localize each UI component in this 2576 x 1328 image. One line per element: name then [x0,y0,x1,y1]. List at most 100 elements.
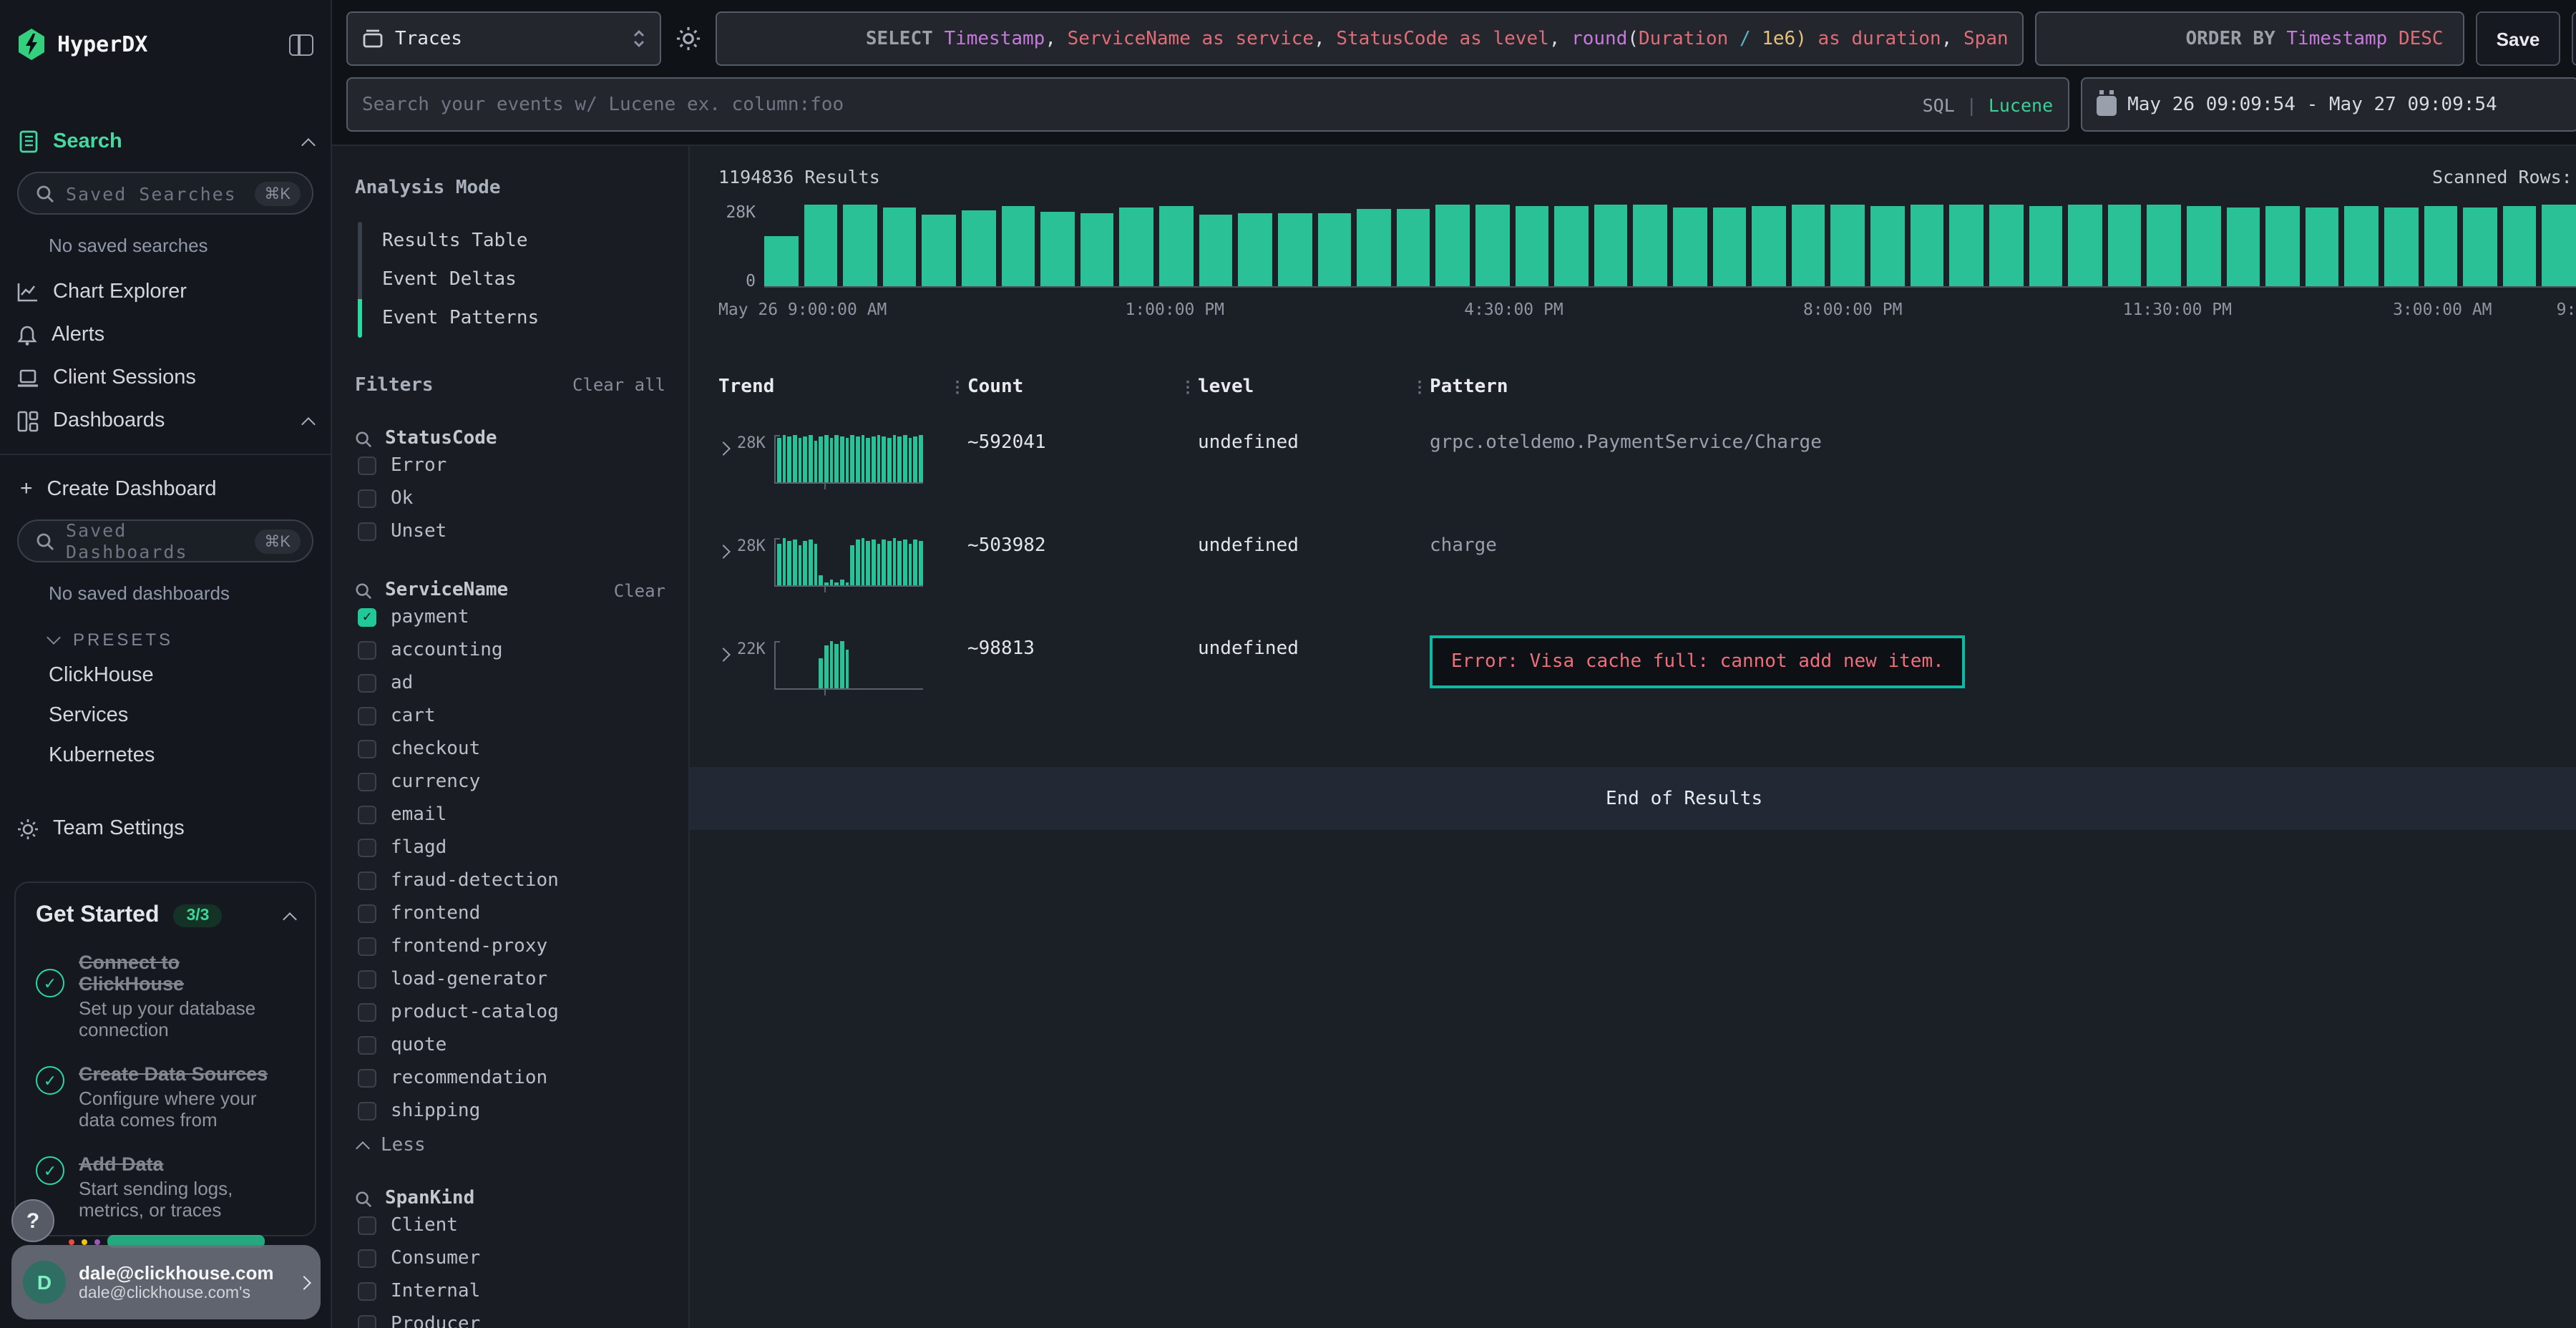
table-row[interactable]: 28K ~592041 undefined grpc.oteldemo.Paym… [718,421,2576,501]
column-resize-handle[interactable]: ⋮ [1178,376,1198,398]
sidebar-item-create-dashboard[interactable]: + Create Dashboard [0,467,331,511]
filter-option-payment[interactable]: payment [355,601,665,634]
filter-option-internal[interactable]: Internal [355,1275,665,1308]
expand-row-icon[interactable] [718,432,728,484]
filter-option-error[interactable]: Error [355,449,665,482]
checkbox-checked[interactable] [358,608,376,627]
filter-option-producer[interactable]: Producer [355,1308,665,1328]
search-input[interactable] [362,94,1911,115]
filter-option-frontend-proxy[interactable]: frontend-proxy [355,930,665,963]
expand-row-icon[interactable] [718,535,728,587]
saved-searches-input[interactable]: Saved Searches ⌘K [17,172,313,215]
filter-option-quote[interactable]: quote [355,1029,665,1062]
checkbox[interactable] [358,740,376,758]
filter-option-email[interactable]: email [355,799,665,831]
expand-row-icon[interactable] [718,638,728,690]
col-level[interactable]: level [1198,376,1410,398]
preset-clickhouse[interactable]: ClickHouse [0,655,331,695]
checkbox[interactable] [358,1003,376,1022]
checkbox[interactable] [358,806,376,824]
checkbox[interactable] [358,970,376,989]
date-range-picker[interactable]: May 26 09:09:54 - May 27 09:09:54 [2080,77,2576,132]
checkbox[interactable] [358,773,376,791]
filter-option-flagd[interactable]: flagd [355,831,665,864]
results-histogram[interactable]: 28K 0 May 26 9:00:00 AM 1:00:00 PM 4:30:… [718,202,2576,328]
lang-lucene[interactable]: Lucene [1989,94,2053,115]
checkbox[interactable] [358,1069,376,1088]
sidebar-item-client-sessions[interactable]: Client Sessions [0,356,331,399]
show-less-toggle[interactable]: Less [355,1128,665,1156]
sidebar-item-search[interactable]: Search [0,120,331,163]
filter-option-load-generator[interactable]: load-generator [355,963,665,996]
highlighted-pattern-cell[interactable]: Error: Visa cache full: cannot add new i… [1430,635,1966,688]
search-icon[interactable] [355,430,372,447]
get-started-item[interactable]: ✓ Create Data Sources Configure where yo… [36,1063,295,1131]
checkbox[interactable] [358,641,376,660]
checkbox[interactable] [358,872,376,890]
checkbox[interactable] [358,1036,376,1055]
user-menu[interactable]: D dale@clickhouse.com dale@clickhouse.co… [11,1245,321,1319]
filter-option-client[interactable]: Client [355,1209,665,1242]
checkbox[interactable] [358,937,376,956]
filter-option-accounting[interactable]: accounting [355,634,665,667]
table-row[interactable]: 28K ~503982 undefined charge [718,524,2576,604]
checkbox[interactable] [358,456,376,475]
sidebar-item-team-settings[interactable]: Team Settings [0,807,331,850]
checkbox[interactable] [358,707,376,726]
checkbox[interactable] [358,1216,376,1235]
table-row[interactable]: 22K ~98813 undefined Error: Visa cache f… [718,627,2576,730]
preset-kubernetes[interactable]: Kubernetes [0,736,331,776]
filter-option-cart[interactable]: cart [355,700,665,733]
get-started-item[interactable]: ✓ Connect to ClickHouse Set up your data… [36,952,295,1040]
search-icon[interactable] [355,582,372,599]
checkbox[interactable] [358,1282,376,1301]
filter-option-checkout[interactable]: checkout [355,733,665,766]
checkbox[interactable] [358,674,376,693]
save-button[interactable]: Save [2477,11,2560,66]
filter-option-currency[interactable]: currency [355,766,665,799]
saved-dashboards-input[interactable]: Saved Dashboards ⌘K [17,519,313,562]
sidebar-item-chart-explorer[interactable]: Chart Explorer [0,270,331,313]
mode-event-deltas[interactable]: Event Deltas [358,260,665,299]
source-settings-button[interactable] [673,11,704,66]
source-select[interactable]: Traces [346,11,661,66]
col-pattern[interactable]: Pattern [1430,376,2576,398]
clear-all-link[interactable]: Clear all [572,375,665,395]
filter-option-product-catalog[interactable]: product-catalog [355,996,665,1029]
clear-link[interactable]: Clear [614,580,665,600]
lang-sql[interactable]: SQL [1923,94,1955,115]
help-button[interactable]: ? [11,1199,54,1242]
preset-services[interactable]: Services [0,695,331,736]
checkbox[interactable] [358,1249,376,1268]
event-search-box[interactable]: SQL | Lucene [346,77,2069,132]
checkbox[interactable] [358,522,376,541]
sql-select-editor[interactable]: SELECT Timestamp, ServiceName as service… [716,11,2024,66]
filter-option-consumer[interactable]: Consumer [355,1242,665,1275]
col-trend[interactable]: Trend [718,376,947,398]
col-count[interactable]: Count [967,376,1178,398]
presets-toggle[interactable]: PRESETS [0,618,331,655]
query-language-toggle[interactable]: SQL | Lucene [1923,94,2054,115]
alerts-button[interactable]: Alerts [2571,11,2576,66]
order-by-editor[interactable]: ORDER BY Timestamp DESC [2036,11,2465,66]
column-resize-handle[interactable]: ⋮ [1410,376,1430,398]
search-icon[interactable] [355,1190,372,1207]
checkbox[interactable] [358,489,376,508]
chevron-up-icon[interactable] [283,912,297,926]
checkbox[interactable] [358,839,376,857]
checkbox[interactable] [358,904,376,923]
checkbox[interactable] [358,1315,376,1328]
filter-option-recommendation[interactable]: recommendation [355,1062,665,1095]
filter-option-frontend[interactable]: frontend [355,897,665,930]
sidebar-item-alerts[interactable]: Alerts [0,313,331,356]
filter-option-fraud-detection[interactable]: fraud-detection [355,864,665,897]
get-started-item[interactable]: ✓ Add Data Start sending logs, metrics, … [36,1153,295,1221]
filter-option-ad[interactable]: ad [355,667,665,700]
collapse-sidebar-icon[interactable] [289,34,313,55]
mode-results-table[interactable]: Results Table [358,222,665,260]
mode-event-patterns[interactable]: Event Patterns [358,299,665,338]
column-resize-handle[interactable]: ⋮ [947,376,967,398]
filter-option-ok[interactable]: Ok [355,482,665,515]
sidebar-item-dashboards[interactable]: Dashboards [0,399,331,442]
filter-option-shipping[interactable]: shipping [355,1095,665,1128]
